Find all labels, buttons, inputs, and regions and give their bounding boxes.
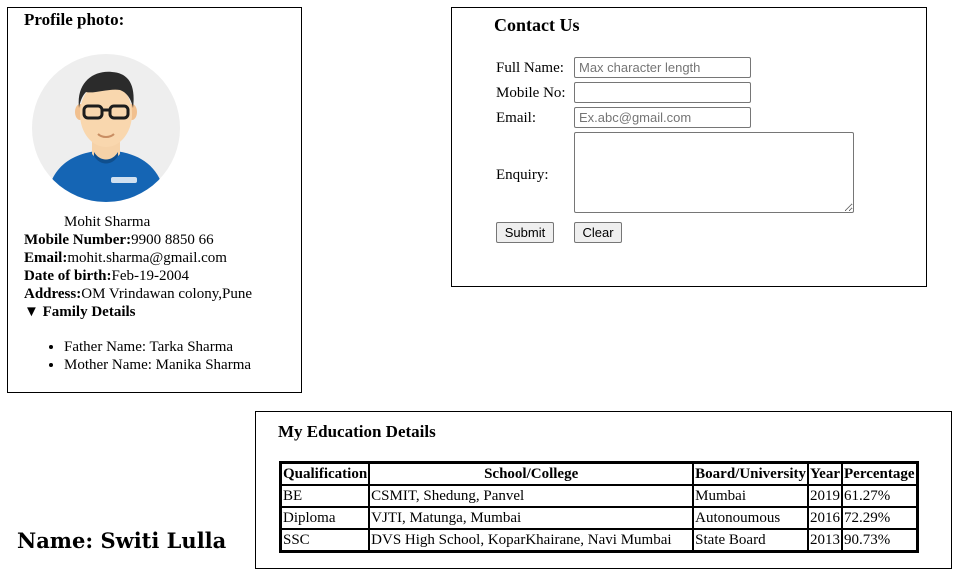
column-header: Board/University <box>693 463 809 485</box>
address-label: Address: <box>24 286 82 302</box>
contact-title: Contact Us <box>494 15 580 35</box>
email-label: Email: <box>24 250 68 266</box>
table-cell: State Board <box>693 529 809 551</box>
table-cell: Mumbai <box>693 485 809 507</box>
education-table: Qualification School/College Board/Unive… <box>279 461 919 553</box>
column-header: Year <box>808 463 843 485</box>
enquiry-textarea[interactable] <box>574 132 854 213</box>
column-header: Percentage <box>842 463 917 485</box>
profile-avatar-image <box>32 54 180 202</box>
table-cell: Autonoumous <box>693 507 809 529</box>
mobile-row: Mobile Number:9900 8850 66 <box>24 232 214 249</box>
list-item: Mother Name: Manika Sharma <box>64 356 251 374</box>
table-row: SSC DVS High School, KoparKhairane, Navi… <box>281 529 917 551</box>
enquiry-label: Enquiry: <box>496 167 549 183</box>
clear-button[interactable]: Clear <box>574 222 622 243</box>
full-name-label: Full Name: <box>496 60 564 76</box>
table-row: Diploma VJTI, Matunga, Mumbai Autonoumou… <box>281 507 917 529</box>
table-cell: CSMIT, Shedung, Panvel <box>369 485 694 507</box>
dob-value: Feb-19-2004 <box>111 268 189 284</box>
education-card: My Education Details Qualification Schoo… <box>255 411 952 569</box>
dob-label: Date of birth: <box>24 268 112 284</box>
table-cell: 90.73% <box>842 529 917 551</box>
table-cell: SSC <box>281 529 370 551</box>
full-name-input[interactable] <box>574 57 751 78</box>
profile-card: Profile photo: Mohit Sharma Mobile Numbe… <box>7 7 302 393</box>
dob-row: Date of birth:Feb-19-2004 <box>24 268 189 285</box>
table-cell: DVS High School, KoparKhairane, Navi Mum… <box>369 529 694 551</box>
profile-photo-title: Profile photo: <box>24 10 125 29</box>
table-cell: VJTI, Matunga, Mumbai <box>369 507 694 529</box>
family-list: Father Name: Tarka Sharma Mother Name: M… <box>24 338 251 374</box>
table-cell: 61.27% <box>842 485 917 507</box>
table-cell: 2016 <box>808 507 843 529</box>
table-row: BE CSMIT, Shedung, Panvel Mumbai 2019 61… <box>281 485 917 507</box>
list-item: Father Name: Tarka Sharma <box>64 338 251 356</box>
table-header-row: Qualification School/College Board/Unive… <box>281 463 917 485</box>
mobile-no-label: Mobile No: <box>496 85 566 101</box>
table-cell: 2013 <box>808 529 843 551</box>
table-cell: Diploma <box>281 507 370 529</box>
table-cell: 72.29% <box>842 507 917 529</box>
student-name-heading: Name: Switi Lulla <box>17 528 227 553</box>
address-row: Address:OM Vrindawan colony,Pune <box>24 286 252 303</box>
submit-button[interactable]: Submit <box>496 222 554 243</box>
email-row: Email:mohit.sharma@gmail.com <box>24 250 227 267</box>
address-value: OM Vrindawan colony,Pune <box>81 286 252 302</box>
family-details-toggle[interactable]: ▼ Family Details <box>24 304 136 321</box>
table-cell: 2019 <box>808 485 843 507</box>
mobile-no-input[interactable] <box>574 82 751 103</box>
profile-name: Mohit Sharma <box>64 214 151 230</box>
table-cell: BE <box>281 485 370 507</box>
mobile-value: 9900 8850 66 <box>131 232 214 248</box>
education-title: My Education Details <box>278 422 436 441</box>
contact-form-card: Contact Us Full Name: Mobile No: Email: … <box>451 7 927 287</box>
email-label: Email: <box>496 110 536 126</box>
email-value: mohit.sharma@gmail.com <box>67 250 227 266</box>
column-header: Qualification <box>281 463 370 485</box>
mobile-label: Mobile Number: <box>24 232 132 248</box>
column-header: School/College <box>369 463 694 485</box>
email-input[interactable] <box>574 107 751 128</box>
